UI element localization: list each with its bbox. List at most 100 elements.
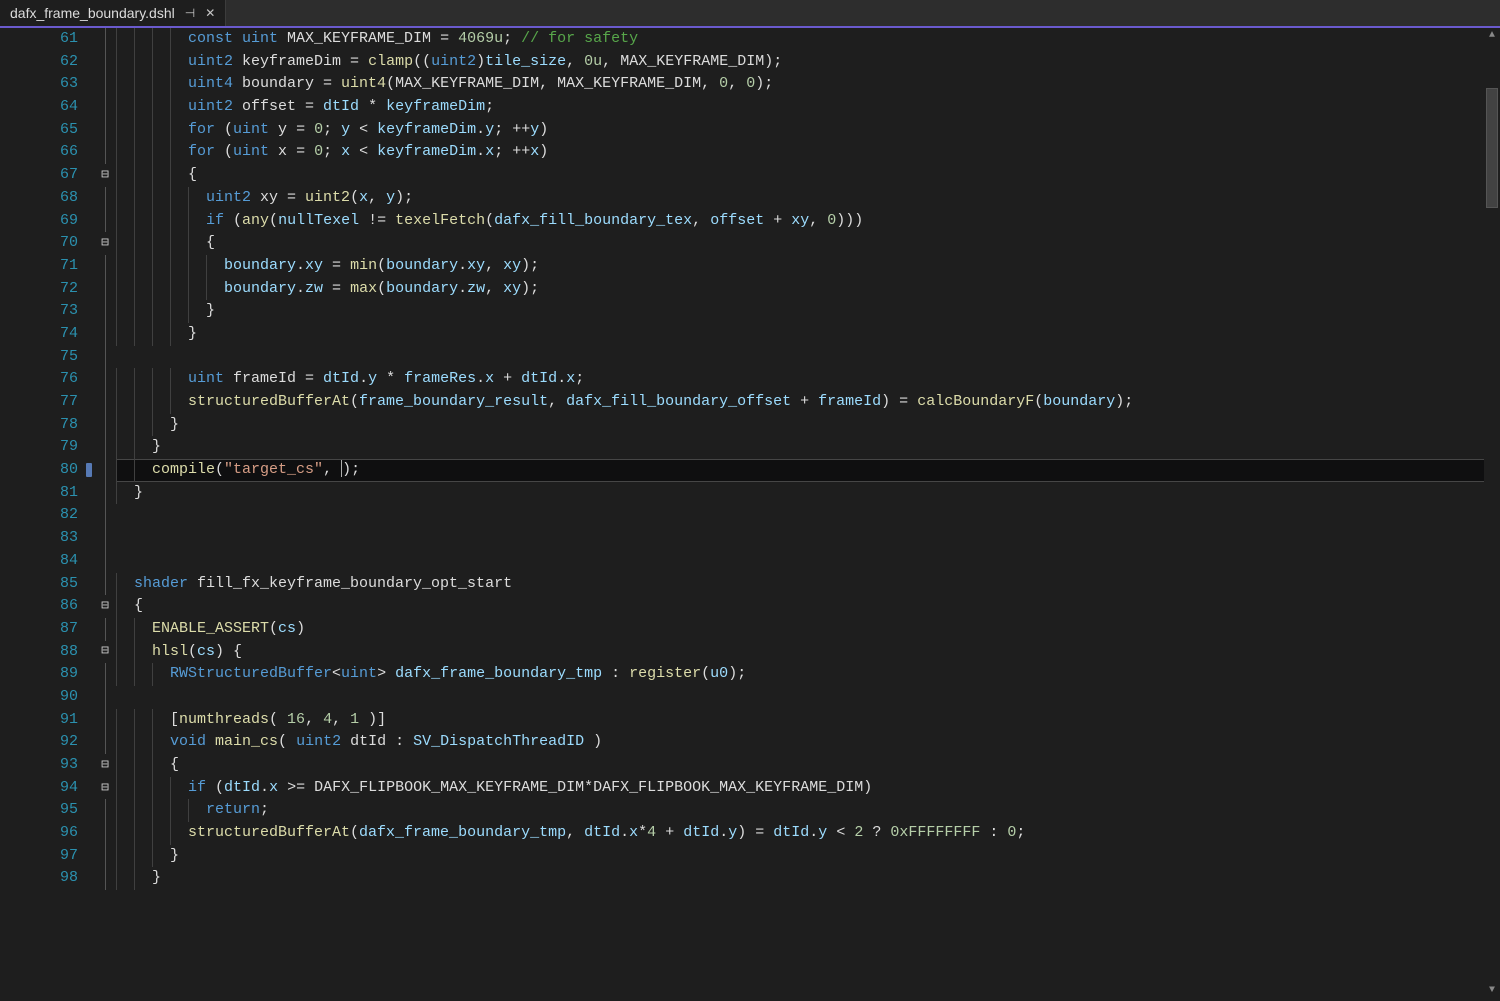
pin-icon[interactable]: ⊣: [185, 6, 195, 20]
scroll-thumb[interactable]: [1486, 88, 1498, 208]
code-line[interactable]: uint2 keyframeDim = clamp((uint2)tile_si…: [116, 51, 1500, 74]
code-line[interactable]: return;: [116, 799, 1500, 822]
margin-marker: [86, 346, 94, 369]
fold-marker[interactable]: [94, 323, 116, 346]
code-line[interactable]: if (dtId.x >= DAFX_FLIPBOOK_MAX_KEYFRAME…: [116, 777, 1500, 800]
fold-marker[interactable]: ⊟: [94, 232, 116, 255]
code-line[interactable]: uint frameId = dtId.y * frameRes.x + dtI…: [116, 368, 1500, 391]
fold-marker[interactable]: [94, 255, 116, 278]
fold-marker[interactable]: [94, 867, 116, 890]
code-line[interactable]: for (uint y = 0; y < keyframeDim.y; ++y): [116, 119, 1500, 142]
code-line[interactable]: RWStructuredBuffer<uint> dafx_frame_boun…: [116, 663, 1500, 686]
fold-marker[interactable]: [94, 141, 116, 164]
code-line[interactable]: structuredBufferAt(frame_boundary_result…: [116, 391, 1500, 414]
code-line[interactable]: structuredBufferAt(dafx_frame_boundary_t…: [116, 822, 1500, 845]
margin-marker: [86, 477, 94, 500]
fold-marker[interactable]: [94, 504, 116, 527]
fold-marker[interactable]: [94, 550, 116, 573]
margin-marker: [86, 300, 94, 323]
code-area[interactable]: const uint MAX_KEYFRAME_DIM = 4069u; // …: [116, 28, 1500, 999]
code-line[interactable]: }: [116, 323, 1500, 346]
scroll-up-arrow[interactable]: ▲: [1484, 28, 1500, 44]
line-number: 74: [0, 323, 78, 346]
margin-marker: [86, 51, 94, 74]
line-number: 68: [0, 187, 78, 210]
code-line[interactable]: }: [116, 300, 1500, 323]
fold-marker[interactable]: ⊟: [94, 754, 116, 777]
code-line[interactable]: [numthreads( 16, 4, 1 )]: [116, 709, 1500, 732]
code-line[interactable]: }: [116, 414, 1500, 437]
fold-marker[interactable]: [94, 459, 116, 482]
line-number: 69: [0, 210, 78, 233]
code-line[interactable]: void main_cs( uint2 dtId : SV_DispatchTh…: [116, 731, 1500, 754]
fold-marker[interactable]: [94, 278, 116, 301]
fold-marker[interactable]: [94, 573, 116, 596]
fold-column[interactable]: ⊟⊟⊟⊟⊟⊟: [94, 28, 116, 999]
fold-marker[interactable]: [94, 686, 116, 709]
code-line[interactable]: ENABLE_ASSERT(cs): [116, 618, 1500, 641]
code-line[interactable]: {: [116, 164, 1500, 187]
code-line[interactable]: }: [116, 482, 1500, 505]
fold-marker[interactable]: [94, 663, 116, 686]
code-line[interactable]: hlsl(cs) {: [116, 641, 1500, 664]
fold-marker[interactable]: [94, 28, 116, 51]
code-line[interactable]: boundary.zw = max(boundary.zw, xy);: [116, 278, 1500, 301]
fold-marker[interactable]: [94, 210, 116, 233]
margin-marker: [86, 368, 94, 391]
fold-marker[interactable]: [94, 96, 116, 119]
code-line[interactable]: boundary.xy = min(boundary.xy, xy);: [116, 255, 1500, 278]
fold-marker[interactable]: [94, 187, 116, 210]
fold-marker[interactable]: [94, 300, 116, 323]
file-tab[interactable]: dafx_frame_boundary.dshl ⊣ ✕: [0, 0, 226, 26]
fold-marker[interactable]: [94, 119, 116, 142]
code-line[interactable]: [116, 550, 1500, 573]
fold-marker[interactable]: ⊟: [94, 164, 116, 187]
code-editor[interactable]: 6162636465666768697071727374757677787980…: [0, 28, 1500, 999]
code-line[interactable]: const uint MAX_KEYFRAME_DIM = 4069u; // …: [116, 28, 1500, 51]
fold-marker[interactable]: [94, 73, 116, 96]
vertical-scrollbar[interactable]: ▲ ▼: [1484, 28, 1500, 999]
code-line[interactable]: uint4 boundary = uint4(MAX_KEYFRAME_DIM,…: [116, 73, 1500, 96]
code-line[interactable]: {: [116, 232, 1500, 255]
code-line[interactable]: uint2 offset = dtId * keyframeDim;: [116, 96, 1500, 119]
fold-marker[interactable]: ⊟: [94, 595, 116, 618]
code-line[interactable]: }: [116, 845, 1500, 868]
code-line[interactable]: }: [116, 867, 1500, 890]
margin-marker: [86, 704, 94, 727]
fold-marker[interactable]: ⊟: [94, 641, 116, 664]
fold-marker[interactable]: [94, 527, 116, 550]
code-line[interactable]: uint2 xy = uint2(x, y);: [116, 187, 1500, 210]
line-number: 96: [0, 822, 78, 845]
close-icon[interactable]: ✕: [205, 6, 215, 20]
fold-marker[interactable]: [94, 845, 116, 868]
fold-marker[interactable]: [94, 822, 116, 845]
code-line[interactable]: [116, 346, 1500, 369]
code-line[interactable]: [116, 527, 1500, 550]
fold-marker[interactable]: [94, 618, 116, 641]
tab-title: dafx_frame_boundary.dshl: [10, 5, 175, 21]
code-line[interactable]: }: [116, 436, 1500, 459]
fold-marker[interactable]: [94, 709, 116, 732]
fold-marker[interactable]: [94, 436, 116, 459]
fold-marker[interactable]: [94, 51, 116, 74]
fold-marker[interactable]: ⊟: [94, 777, 116, 800]
scroll-down-arrow[interactable]: ▼: [1484, 983, 1500, 999]
line-number: 84: [0, 550, 78, 573]
code-line[interactable]: for (uint x = 0; x < keyframeDim.x; ++x): [116, 141, 1500, 164]
fold-marker[interactable]: [94, 346, 116, 369]
code-line[interactable]: {: [116, 595, 1500, 618]
code-line[interactable]: compile("target_cs", );: [116, 459, 1500, 482]
code-line[interactable]: if (any(nullTexel != texelFetch(dafx_fil…: [116, 210, 1500, 233]
fold-marker[interactable]: [94, 414, 116, 437]
code-line[interactable]: {: [116, 754, 1500, 777]
code-line[interactable]: shader fill_fx_keyframe_boundary_opt_sta…: [116, 573, 1500, 596]
code-line[interactable]: [116, 504, 1500, 527]
margin-marker: [86, 141, 94, 164]
code-line[interactable]: [116, 686, 1500, 709]
fold-marker[interactable]: [94, 799, 116, 822]
fold-marker[interactable]: [94, 482, 116, 505]
fold-marker[interactable]: [94, 368, 116, 391]
margin-marker: [86, 659, 94, 682]
fold-marker[interactable]: [94, 391, 116, 414]
fold-marker[interactable]: [94, 731, 116, 754]
